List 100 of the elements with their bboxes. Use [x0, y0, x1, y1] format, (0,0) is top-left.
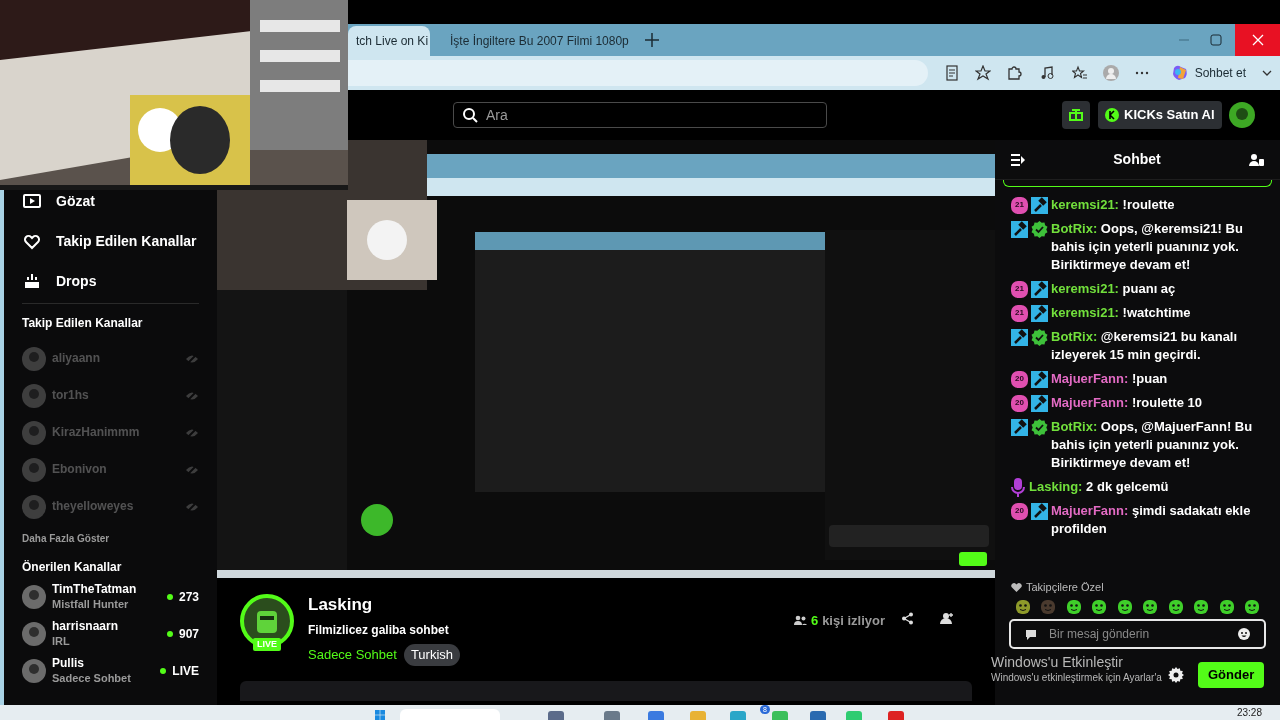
emote-icon[interactable] [1116, 599, 1133, 615]
language-tag[interactable]: Turkish [403, 644, 461, 666]
rewards-button[interactable] [1062, 101, 1090, 129]
channel-name: KirazHanimmm [52, 425, 141, 440]
star-icon[interactable] [974, 65, 991, 81]
avatar [22, 457, 46, 482]
emote-icon[interactable] [1065, 599, 1082, 615]
search-bar[interactable]: Ara [453, 102, 827, 128]
activation-text: Windows'u etkinleştirmek için Ayarlar'a [991, 671, 1162, 684]
gift-icon [1069, 109, 1083, 121]
chat-message: BotRix: @keremsi21 bu kanalı izleyerek 15 min geçirdi. [1051, 328, 1239, 364]
favorites-icon[interactable] [1071, 65, 1088, 81]
hammer-icon [1031, 394, 1048, 412]
section-title: Önerilen Kanallar [22, 559, 123, 576]
eye-off-icon [185, 426, 199, 439]
channel-name: TimTheTatman [52, 581, 138, 597]
follow-user-icon[interactable] [940, 612, 954, 625]
subscriber-badge: 21 [1011, 196, 1028, 214]
verified-icon [1031, 220, 1048, 238]
nav-item[interactable]: Takip Edilen Kanallar [22, 231, 199, 251]
stream-title: Filmizlicez galiba sohbet [308, 622, 450, 639]
eye-off-icon [185, 389, 199, 402]
settings-icon[interactable] [1168, 667, 1184, 683]
channel-name: Pullis [52, 655, 85, 671]
nav-item[interactable]: Gözat [22, 191, 199, 211]
copilot-chat-link[interactable]: Sohbet et [1194, 64, 1246, 82]
avatar[interactable] [1228, 102, 1255, 128]
send-button[interactable]: Gönder [1198, 662, 1265, 688]
avatar [22, 584, 46, 609]
browser-tab[interactable]: İşte İngiltere Bu 2007 Filmi 1080p [436, 26, 631, 56]
close-icon[interactable] [1251, 34, 1264, 46]
viewer-label: kişi izliyor [822, 612, 885, 630]
reading-view-icon[interactable] [943, 65, 960, 81]
browser-tab[interactable]: tch Live on Ki [348, 26, 430, 56]
category-link[interactable]: Sadece Sohbet [308, 645, 397, 665]
channel-name: Lasking [308, 594, 374, 616]
chat-message: keremsi21: puanı aç [1051, 280, 1176, 298]
channel-name: Ebonivon [52, 462, 108, 477]
subscriber-badge: 20 [1011, 370, 1028, 388]
section-title: Takip Edilen Kanallar [22, 315, 144, 332]
users-icon[interactable] [1249, 152, 1264, 167]
emote-icon[interactable] [1243, 599, 1260, 615]
eye-off-icon [185, 500, 199, 513]
channel-item[interactable]: Pullis Sadece Sohbet LIVE [22, 652, 199, 689]
avatar [22, 494, 46, 519]
share-icon[interactable] [901, 612, 914, 625]
search-input[interactable]: Ara [486, 104, 806, 126]
hammer-icon [1031, 370, 1048, 388]
heart-icon [1011, 581, 1022, 592]
emote-icon[interactable] [1015, 599, 1031, 615]
chat-message: MajuerFann: şimdi sadakatı ekle profilden [1051, 502, 1252, 538]
emoji-icon[interactable] [1238, 628, 1250, 640]
viewer-count: 6 [810, 612, 819, 630]
avatar [22, 383, 46, 408]
channel-item[interactable]: harrisnaarn IRL 907 [22, 615, 199, 652]
channel-name: tor1hs [52, 388, 90, 403]
emote-section-title: Takipçilere Özel [1026, 579, 1104, 595]
buy-kicks-button[interactable]: KICKs Satın Al [1098, 101, 1222, 129]
gift-box-icon [22, 271, 42, 291]
nav-item[interactable]: Drops [22, 271, 199, 291]
chat-bubble-icon [1025, 628, 1037, 640]
emote-icon[interactable] [1091, 599, 1108, 615]
channel-name: harrisnaarn [52, 618, 120, 634]
chat-message: MajuerFann: !puan [1051, 370, 1168, 388]
collapse-icon[interactable] [1011, 153, 1025, 166]
emote-icon[interactable] [1218, 599, 1235, 615]
show-more-link[interactable]: Daha Fazla Göster [22, 531, 110, 546]
channel-category: Sadece Sohbet [52, 670, 132, 686]
emote-icon[interactable] [1167, 599, 1184, 615]
channel-category: IRL [52, 633, 71, 649]
windows-logo-icon[interactable] [372, 710, 388, 720]
avatar [22, 346, 46, 371]
avatar [22, 658, 46, 683]
microphone-icon [1011, 477, 1025, 497]
verified-icon [1031, 418, 1048, 436]
message-input[interactable]: Bir mesaj gönderin [1049, 625, 1226, 643]
chat-message: BotRix: Oops, @keremsi21! Bu bahis için yeterli puanınız yok. Biriktirmeye devam et! [1051, 220, 1244, 274]
emote-icon[interactable] [1193, 599, 1210, 615]
eye-off-icon [185, 463, 199, 476]
copilot-logo-icon[interactable] [1170, 64, 1189, 82]
chat-title: Sohbet [1113, 150, 1161, 169]
coin-icon [1105, 108, 1119, 122]
emote-icon[interactable] [1142, 599, 1159, 615]
puzzle-icon[interactable] [1005, 65, 1022, 81]
verified-icon [1031, 328, 1048, 346]
subscriber-badge: 21 [1011, 280, 1028, 298]
search-icon [462, 107, 478, 123]
hammer-icon [1011, 328, 1028, 346]
chat-message: MajuerFann: !roulette 10 [1051, 394, 1202, 412]
maximize-icon[interactable] [1210, 34, 1222, 46]
new-tab-icon[interactable] [645, 33, 659, 47]
subscriber-badge: 20 [1011, 394, 1028, 412]
hammer-icon [1031, 502, 1048, 520]
viewer-count: 907 [178, 625, 199, 643]
chat-message: BotRix: Oops, @MajuerFann! Bu bahis için yeterli puanınız yok. Biriktirmeye devam et! [1051, 418, 1254, 472]
viewers-icon [793, 615, 807, 627]
channel-name: aliyaann [52, 351, 102, 366]
channel-item[interactable]: TimTheTatman Mistfall Hunter 273 [22, 578, 199, 615]
message-box[interactable]: Bir mesaj gönderin [1009, 619, 1266, 649]
chevron-down-icon[interactable] [1262, 68, 1272, 78]
